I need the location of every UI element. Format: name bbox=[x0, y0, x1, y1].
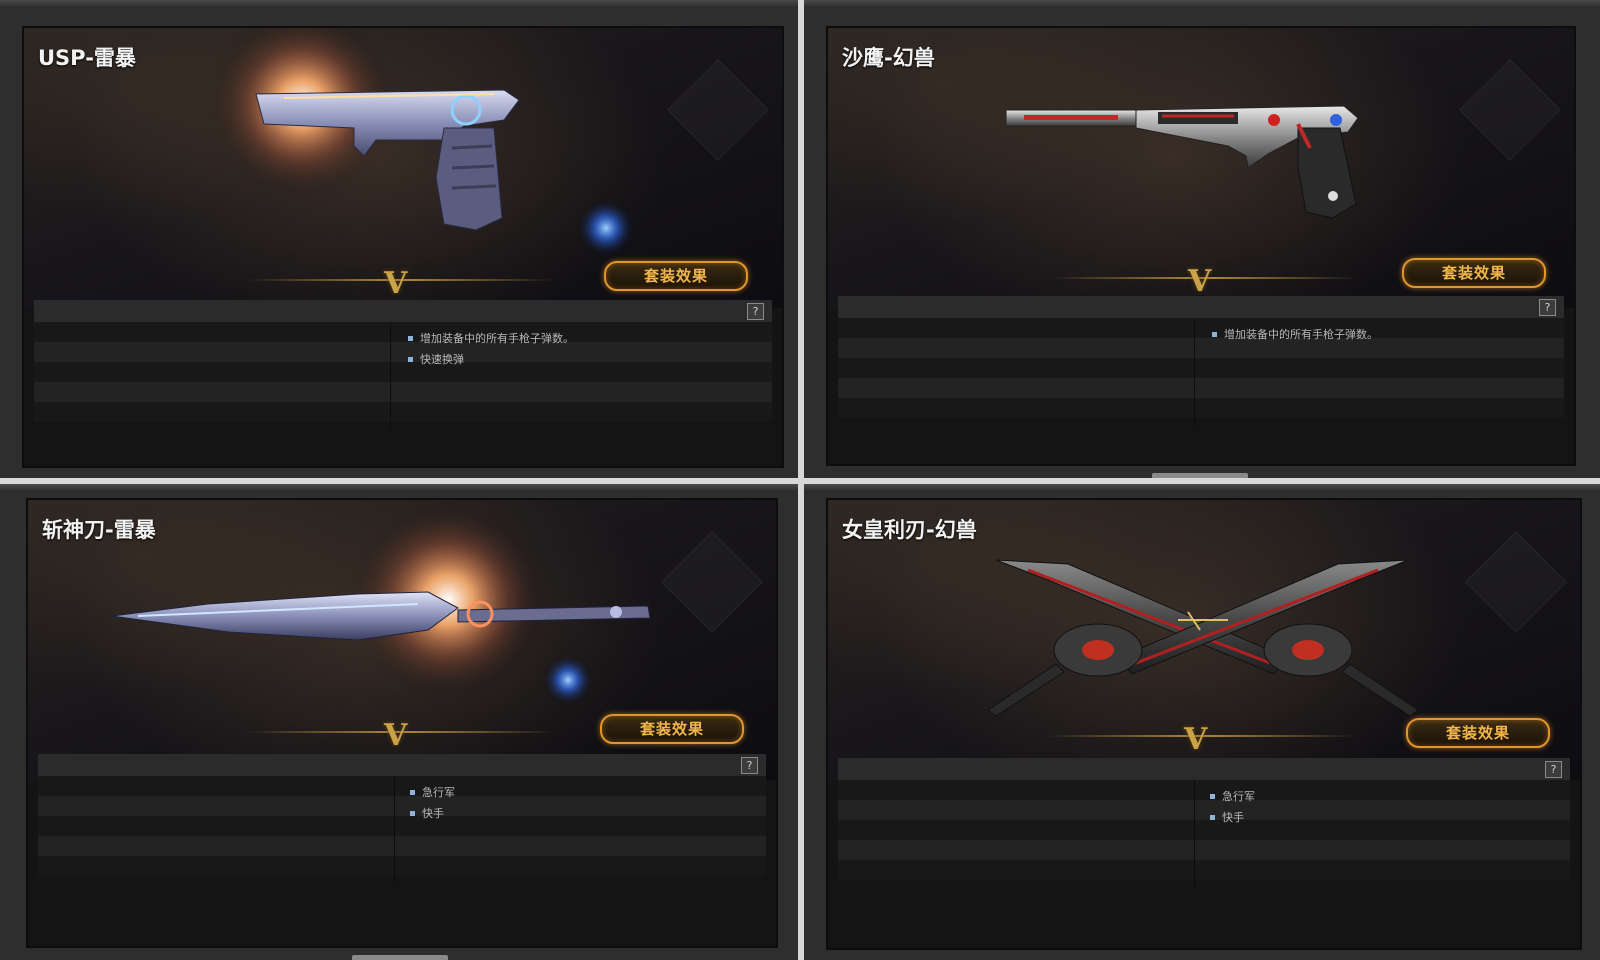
set-effect-table: ? 增加装备中的所有手枪子弹数。 快速换弹 bbox=[34, 300, 772, 430]
effect-list: 增加装备中的所有手枪子弹数。 bbox=[1212, 324, 1378, 345]
table-header: ? bbox=[838, 296, 1564, 318]
help-button[interactable]: ? bbox=[1539, 299, 1556, 316]
weapon-name: 斩神刀-雷暴 bbox=[42, 518, 156, 542]
set-effect-table: ? 增加装备中的所有手枪子弹数。 bbox=[838, 296, 1564, 426]
effect-item: 增加装备中的所有手枪子弹数。 bbox=[408, 328, 574, 349]
weapon-name: 女皇利刃-幻兽 bbox=[842, 518, 977, 542]
help-button[interactable]: ? bbox=[747, 303, 764, 320]
effect-list: 急行军 快手 bbox=[1210, 786, 1255, 828]
set-effect-button[interactable]: 套装效果 bbox=[1406, 718, 1550, 748]
weapon-name: USP-雷暴 bbox=[38, 46, 136, 70]
rank-v-icon: V bbox=[384, 266, 408, 301]
scroll-tab[interactable] bbox=[352, 955, 448, 960]
usp-pistol-icon bbox=[207, 28, 636, 258]
rank-v-icon: V bbox=[384, 718, 408, 753]
gold-divider: V bbox=[246, 266, 556, 301]
help-button[interactable]: ? bbox=[741, 757, 758, 774]
help-button[interactable]: ? bbox=[1545, 761, 1562, 778]
scroll-tab[interactable] bbox=[1152, 473, 1248, 478]
weapon-panel-usp: USP-雷暴 V 套装效果 ? 增加装备中的所有手枪子弹数。 快速换弹 bbox=[0, 0, 798, 478]
effect-item: 增加装备中的所有手枪子弹数。 bbox=[1212, 324, 1378, 345]
gold-divider: V bbox=[1050, 264, 1360, 299]
set-effect-button[interactable]: 套装效果 bbox=[604, 261, 748, 291]
weapon-card: 女皇利刃-幻兽 V 套装效果 ? 急行军 快手 bbox=[826, 498, 1582, 950]
weapon-card: 斩神刀-雷暴 V 套装效果 ? 急行军 快手 bbox=[26, 498, 778, 948]
set-effect-button[interactable]: 套装效果 bbox=[1402, 258, 1546, 288]
set-effect-table: ? 急行军 快手 bbox=[838, 758, 1570, 888]
weapon-card: 沙鹰-幻兽 V 套装效果 ? 增加装备中的所有手枪子弹数。 bbox=[826, 26, 1576, 466]
effect-item: 急行军 bbox=[410, 782, 455, 803]
effect-list: 增加装备中的所有手枪子弹数。 快速换弹 bbox=[408, 328, 574, 370]
table-header: ? bbox=[838, 758, 1570, 780]
effect-list: 急行军 快手 bbox=[410, 782, 455, 824]
gold-divider: V bbox=[1046, 722, 1356, 757]
set-effect-table: ? 急行军 快手 bbox=[38, 754, 766, 884]
rank-v-icon: V bbox=[1184, 722, 1208, 757]
table-header: ? bbox=[34, 300, 772, 322]
effect-item: 快手 bbox=[1210, 807, 1255, 828]
weapon-name: 沙鹰-幻兽 bbox=[842, 46, 935, 70]
gold-divider: V bbox=[246, 718, 556, 753]
weapon-card: USP-雷暴 V 套装效果 ? 增加装备中的所有手枪子弹数。 快速换弹 bbox=[22, 26, 784, 468]
table-header: ? bbox=[38, 754, 766, 776]
desert-eagle-icon bbox=[1005, 105, 1359, 219]
effect-item: 快速换弹 bbox=[408, 349, 574, 370]
weapon-panel-desert-eagle: 沙鹰-幻兽 V 套装效果 ? 增加装备中的所有手枪子弹数。 bbox=[804, 0, 1600, 478]
set-effect-button[interactable]: 套装效果 bbox=[600, 714, 744, 744]
weapon-panel-crossed-blades: 女皇利刃-幻兽 V 套装效果 ? 急行军 快手 bbox=[804, 484, 1600, 960]
effect-item: 急行军 bbox=[1210, 786, 1255, 807]
weapon-panel-blade: 斩神刀-雷暴 V 套装效果 ? 急行军 快手 bbox=[0, 484, 798, 960]
effect-item: 快手 bbox=[410, 803, 455, 824]
rank-v-icon: V bbox=[1188, 264, 1212, 299]
